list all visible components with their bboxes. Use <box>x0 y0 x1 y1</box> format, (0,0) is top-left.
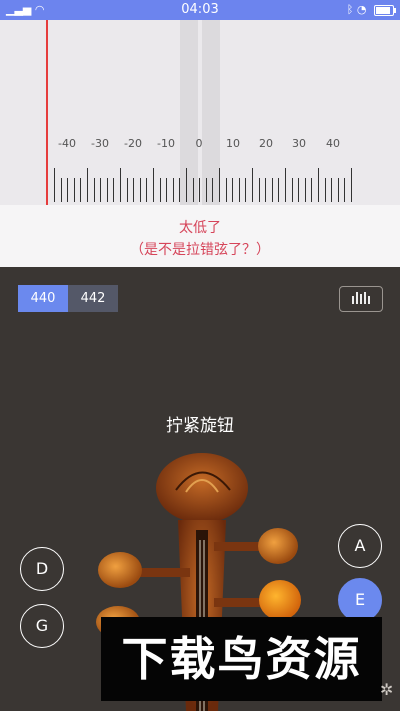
tuner-meter: -40 -30 -20 -10 0 10 20 30 40 <box>0 20 400 205</box>
string-g-button[interactable]: G <box>20 604 64 648</box>
center-band-right <box>202 20 220 205</box>
waveform-button[interactable] <box>339 286 383 312</box>
tick-mark <box>140 178 141 202</box>
tick-label: 40 <box>326 137 340 150</box>
tick-mark <box>206 178 207 202</box>
tuning-status-hint: （是不是拉错弦了？） <box>130 242 270 258</box>
tick-mark <box>311 178 312 202</box>
tick-label: 30 <box>292 137 306 150</box>
tick-label: -40 <box>58 137 76 150</box>
battery-icon <box>374 4 396 16</box>
tick-mark <box>232 178 233 202</box>
tuning-status-panel: 太低了 （是不是拉错弦了？） <box>0 205 400 267</box>
status-bar: ▁▃▅ ◠ 04:03 ᛒ ◔ <box>0 0 400 20</box>
instruction-text: 拧紧旋钮 <box>166 416 234 436</box>
tick-mark <box>351 168 352 202</box>
tick-label: -30 <box>91 137 109 150</box>
tick-mark <box>113 178 114 202</box>
tick-mark <box>259 178 260 202</box>
tick-mark <box>245 178 246 202</box>
string-e-button[interactable]: E <box>338 578 382 622</box>
freq-440-button[interactable]: 440 <box>18 285 68 312</box>
alarm-icon: ◔ <box>356 3 367 16</box>
tick-mark <box>74 178 75 202</box>
tick-mark <box>278 178 279 202</box>
tick-mark <box>107 178 108 202</box>
tick-mark <box>80 178 81 202</box>
tick-mark <box>146 178 147 202</box>
tick-mark <box>127 178 128 202</box>
tick-mark <box>219 168 220 202</box>
tick-mark <box>179 178 180 202</box>
tick-mark <box>272 178 273 202</box>
tick-mark <box>305 178 306 202</box>
tick-label: 20 <box>259 137 273 150</box>
tick-mark <box>325 178 326 202</box>
tick-mark <box>94 178 95 202</box>
tick-mark <box>199 178 200 202</box>
tick-mark <box>331 178 332 202</box>
tick-label: -10 <box>157 137 175 150</box>
center-band-left <box>180 20 198 205</box>
tick-mark <box>318 168 319 202</box>
tick-mark <box>166 178 167 202</box>
tick-mark <box>226 178 227 202</box>
tick-mark <box>212 178 213 202</box>
watermark-banner: 下载鸟资源 <box>101 617 382 701</box>
tick-mark <box>120 168 121 202</box>
status-right-icons: ᛒ ◔ <box>346 3 396 16</box>
tick-label: -20 <box>124 137 142 150</box>
tick-mark <box>292 178 293 202</box>
tick-mark <box>285 168 286 202</box>
tick-mark <box>252 168 253 202</box>
status-time: 04:03 <box>181 2 219 17</box>
tick-mark <box>193 178 194 202</box>
tick-mark <box>239 178 240 202</box>
string-d-button[interactable]: D <box>20 547 64 591</box>
tick-mark <box>153 168 154 202</box>
tick-mark <box>67 178 68 202</box>
freq-442-button[interactable]: 442 <box>68 285 118 312</box>
gear-icon[interactable]: ✲ <box>380 680 393 699</box>
tick-mark <box>186 168 187 202</box>
bluetooth-icon: ᛒ <box>346 3 354 16</box>
tick-mark <box>133 178 134 202</box>
tick-mark <box>160 178 161 202</box>
tick-mark <box>344 178 345 202</box>
tick-mark <box>61 178 62 202</box>
string-a-button[interactable]: A <box>338 524 382 568</box>
tick-mark <box>298 178 299 202</box>
tick-mark <box>173 178 174 202</box>
tick-label: 10 <box>226 137 240 150</box>
tuning-status-text: 太低了 <box>179 220 221 236</box>
tick-mark <box>87 168 88 202</box>
tick-mark <box>338 178 339 202</box>
tick-mark <box>100 178 101 202</box>
tick-mark <box>54 168 55 202</box>
tuning-needle <box>46 20 48 205</box>
tick-mark <box>265 178 266 202</box>
tick-label: 0 <box>195 137 203 150</box>
